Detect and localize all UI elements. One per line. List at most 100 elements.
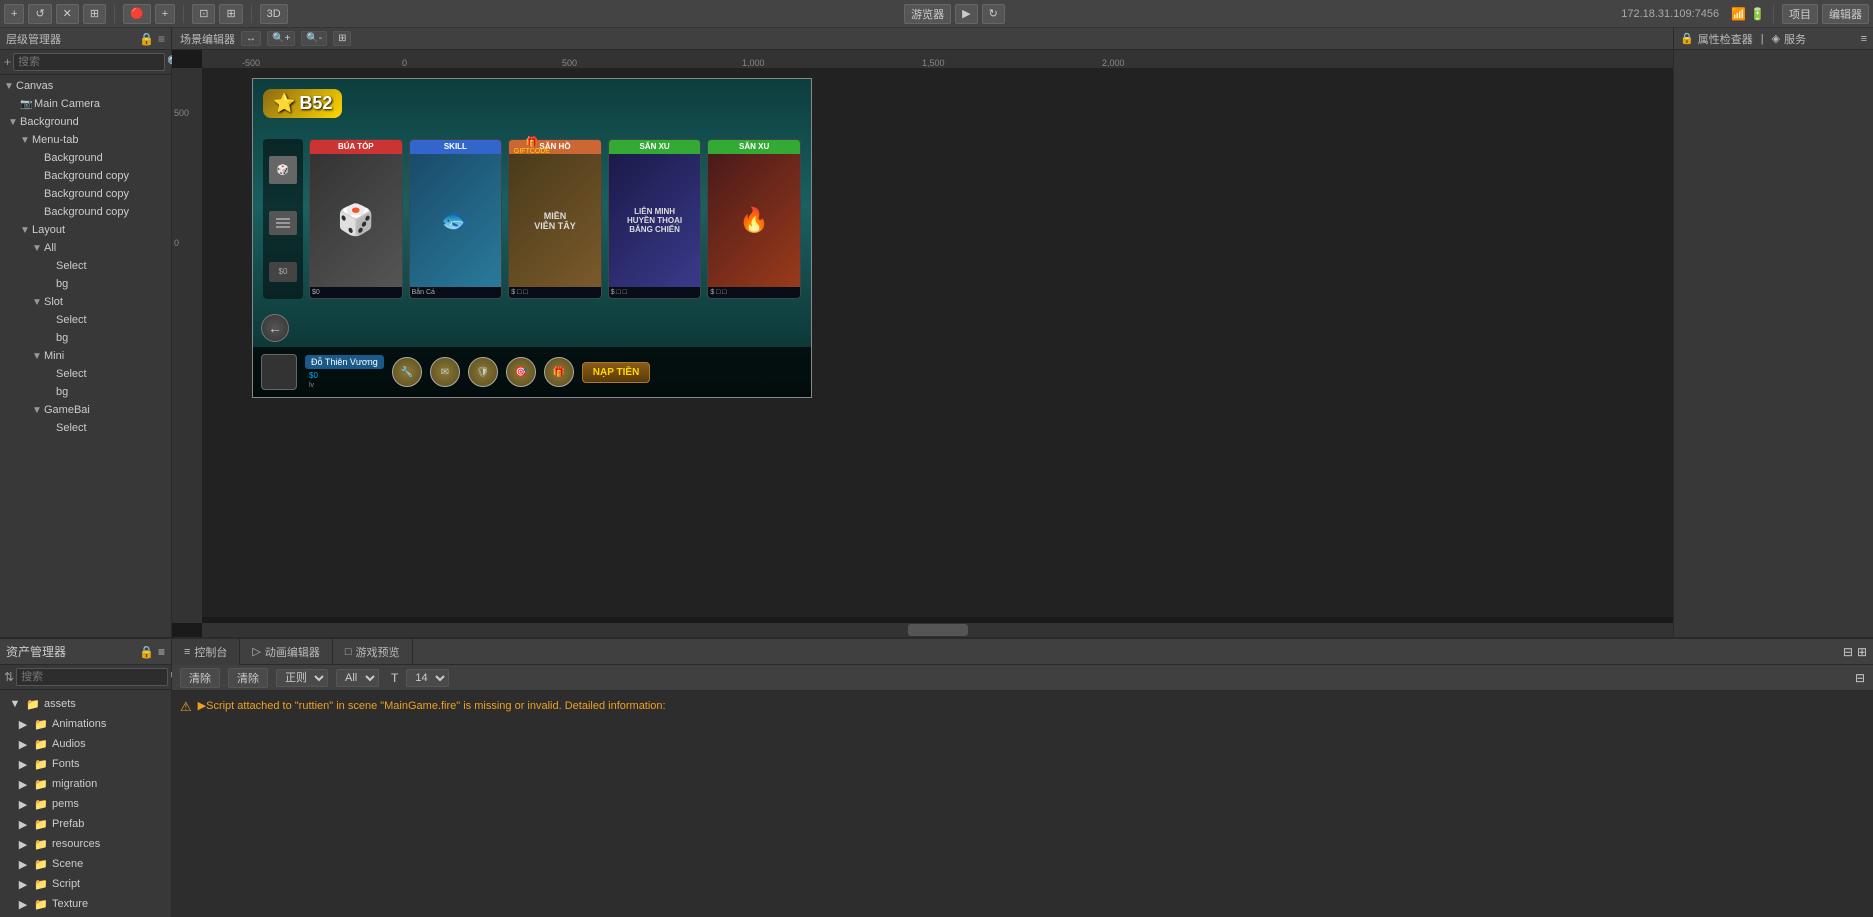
console-restore-btn2[interactable]: ⊟	[1855, 671, 1865, 685]
tool-btn-3[interactable]: 🛡	[468, 357, 498, 387]
pems-label: pems	[52, 798, 79, 810]
service-tab[interactable]: 服务	[1784, 31, 1806, 47]
filter-dropdown[interactable]: All	[336, 669, 379, 687]
widget-label: $0	[269, 262, 297, 282]
move-tool[interactable]: ↔	[241, 31, 261, 46]
add-btn[interactable]: +	[4, 4, 24, 24]
hierarchy-search-input[interactable]	[13, 53, 165, 71]
asset-item-assets[interactable]: ▼ 📁 assets	[0, 694, 171, 714]
tool-btn-5[interactable]: 🎁	[544, 357, 574, 387]
console-max-btn[interactable]: ⊞	[1857, 645, 1867, 659]
fit-btn[interactable]: ⊞	[333, 31, 351, 46]
layout-btn[interactable]: ⊞	[83, 4, 106, 24]
widget-line	[276, 218, 290, 220]
tree-item-menu-tab[interactable]: ▼ Menu-tab	[0, 131, 171, 149]
asset-item-scene[interactable]: ▶ 📁 Scene	[0, 854, 171, 874]
tree-item-bg-all[interactable]: bg	[0, 275, 171, 293]
font-size-dropdown[interactable]: 14	[406, 669, 449, 687]
console-icon: ≡	[184, 646, 190, 658]
asset-item-texture[interactable]: ▶ 📁 Texture	[0, 894, 171, 914]
tab-console[interactable]: ≡ 控制台	[172, 639, 240, 665]
asset-item-fonts[interactable]: ▶ 📁 Fonts	[0, 754, 171, 774]
scene-view-btn[interactable]: ⊡	[192, 4, 215, 24]
regex-dropdown[interactable]: 正则	[276, 669, 328, 687]
stop-btn[interactable]: ↻	[982, 4, 1005, 24]
asset-menu-btn[interactable]: ≡	[158, 645, 165, 659]
inspector-menu-btn[interactable]: ≡	[1861, 33, 1867, 45]
back-button[interactable]: ←	[261, 314, 289, 342]
asset-item-resources[interactable]: ▶ 📁 resources	[0, 834, 171, 854]
tree-item-select-gamebai[interactable]: Select	[0, 419, 171, 437]
all-arrow: ▼	[32, 243, 44, 254]
asset-item-pems[interactable]: ▶ 📁 pems	[0, 794, 171, 814]
tool-btn-2[interactable]: ✉	[430, 357, 460, 387]
tree-item-slot[interactable]: ▼ Slot	[0, 293, 171, 311]
tree-item-bg-slot[interactable]: bg	[0, 329, 171, 347]
tree-item-select1[interactable]: Select	[0, 257, 171, 275]
asset-lock-btn[interactable]: 🔒	[139, 645, 154, 659]
sep3	[251, 5, 252, 23]
tree-item-background[interactable]: ▼ Background	[0, 113, 171, 131]
tree-item-all[interactable]: ▼ All	[0, 239, 171, 257]
asset-search-bar: ⇅ 🔍	[0, 665, 171, 690]
record-btn[interactable]: 🔴	[123, 4, 151, 24]
tool-btn-4[interactable]: 🎯	[506, 357, 536, 387]
browse-btn[interactable]: 游览器	[904, 4, 951, 24]
zoom-in-btn[interactable]: 🔍+	[267, 31, 295, 46]
asset-item-script[interactable]: ▶ 📁 Script	[0, 874, 171, 894]
add2-btn[interactable]: +	[155, 4, 175, 24]
scene-viewport[interactable]: ⭐ B52 🎲	[202, 68, 1673, 617]
asset-item-audios[interactable]: ▶ 📁 Audios	[0, 734, 171, 754]
asset-item-prefab[interactable]: ▶ 📁 Prefab	[0, 814, 171, 834]
tab-game-preview[interactable]: □ 游戏预览	[333, 639, 413, 665]
tree-item-layout[interactable]: ▼ Layout	[0, 221, 171, 239]
scrollbar-thumb[interactable]	[908, 624, 968, 636]
game-view-btn[interactable]: ⊞	[219, 4, 242, 24]
clear-btn-1[interactable]: 清除	[180, 668, 220, 688]
inspector-tab[interactable]: 属性检查器	[1698, 31, 1753, 47]
editor-btn[interactable]: 编辑器	[1822, 4, 1869, 24]
tree-item-bg-copy3[interactable]: Background copy	[0, 203, 171, 221]
inspector-lock-icon[interactable]: 🔒	[1680, 32, 1694, 45]
asset-tree: ▼ 📁 assets ▶ 📁 Animations ▶ 📁 Audios ▶ 📁	[0, 690, 171, 917]
tree-item-bg-mini[interactable]: bg	[0, 383, 171, 401]
console-restore-btn[interactable]: ⊟	[1843, 645, 1853, 659]
tree-item-canvas[interactable]: ▼ Canvas	[0, 77, 171, 95]
top-toolbar: + ↺ ✕ ⊞ 🔴 + ⊡ ⊞ 3D 游览器 ▶ ↻ 172.18.31.109…	[0, 0, 1873, 28]
tree-item-mini[interactable]: ▼ Mini	[0, 347, 171, 365]
play-btn[interactable]: ▶	[955, 4, 977, 24]
script-label: Script	[52, 878, 80, 890]
asset-item-migration[interactable]: ▶ 📁 migration	[0, 774, 171, 794]
nap-tien-button[interactable]: NẠP TIỀN	[582, 362, 651, 383]
refresh-btn[interactable]: ↺	[28, 4, 51, 24]
canvas-arrow: ▼	[4, 81, 16, 92]
tree-item-select-mini[interactable]: Select	[0, 365, 171, 383]
hierarchy-add-btn[interactable]: +	[4, 55, 11, 69]
script-arrow: ▶	[16, 877, 30, 891]
tree-item-gamebai[interactable]: ▼ GameBai	[0, 401, 171, 419]
canvas-label: Canvas	[16, 80, 53, 92]
asset-search-input[interactable]	[16, 668, 168, 686]
texture-arrow: ▶	[16, 897, 30, 911]
tree-item-main-camera[interactable]: 📷 Main Camera	[0, 95, 171, 113]
asset-item-animations[interactable]: ▶ 📁 Animations	[0, 714, 171, 734]
tree-item-bg1[interactable]: Background	[0, 149, 171, 167]
clear-btn-2[interactable]: 清除	[228, 668, 268, 688]
zoom-out-btn[interactable]: 🔍-	[301, 31, 327, 46]
tool-btn-1[interactable]: 🔧	[392, 357, 422, 387]
project-btn[interactable]: 项目	[1782, 4, 1818, 24]
tree-item-bg-copy1[interactable]: Background copy	[0, 167, 171, 185]
3d-btn[interactable]: 3D	[260, 4, 288, 24]
tree-item-bg-copy2[interactable]: Background copy	[0, 185, 171, 203]
tree-item-select-slot[interactable]: Select	[0, 311, 171, 329]
scene-scrollbar-bottom[interactable]	[202, 623, 1673, 637]
close-btn[interactable]: ✕	[56, 4, 79, 24]
hierarchy-menu-btn[interactable]: ≡	[158, 32, 165, 46]
asset-sort-btn[interactable]: ⇅	[4, 670, 14, 684]
menu-label: Menu-tab	[32, 134, 78, 146]
hierarchy-lock-btn[interactable]: 🔒	[139, 32, 154, 46]
tab-animation-editor[interactable]: ▷ 动画编辑器	[240, 639, 332, 665]
resources-label: resources	[52, 838, 100, 850]
scene-editor-panel: 场景编辑器 ↔ 🔍+ 🔍- ⊞ 使用鼠标右键平移视窗焦点。使用滚轮缩放视窗 -5…	[172, 28, 1673, 637]
scene-canvas[interactable]: 使用鼠标右键平移视窗焦点。使用滚轮缩放视窗 -500 0 500 1,000 1…	[172, 50, 1673, 637]
